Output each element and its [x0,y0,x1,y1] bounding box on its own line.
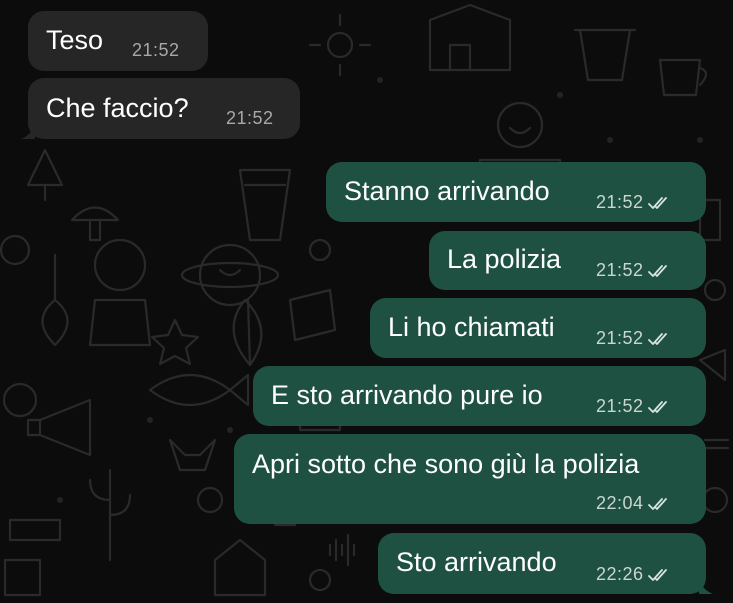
message-text: Li ho chiamati [388,312,555,342]
outgoing-message[interactable]: Stanno arrivando 21:52 [326,162,706,222]
message-text: Apri sotto che sono giù la polizia [252,449,640,479]
message-time: 22:04 [596,493,644,513]
double-check-icon [647,196,667,209]
incoming-message[interactable]: Teso 21:52 [28,11,208,71]
message-meta: 21:52 [596,396,672,417]
message-meta: 21:52 [596,192,672,213]
message-time: 21:52 [596,260,644,280]
message-time: 21:52 [596,328,644,348]
message-text: E sto arrivando pure io [271,380,543,410]
bubble-tail [21,125,35,139]
double-check-icon [647,568,667,581]
outgoing-message[interactable]: Sto arrivando 22:26 [378,533,713,594]
message-time: 21:52 [132,40,180,60]
outgoing-message[interactable]: E sto arrivando pure io 21:52 [253,366,706,426]
outgoing-message[interactable]: La polizia 21:52 [429,231,706,290]
message-text: Sto arrivando [396,547,557,577]
chat-view[interactable]: Teso 21:52 Che faccio? 21:52 Stanno arri… [0,0,733,603]
bubble-tail [699,580,713,594]
outgoing-message[interactable]: Li ho chiamati 21:52 [370,298,706,358]
message-meta: 21:52 [596,260,672,281]
message-time: 21:52 [596,396,644,416]
message-time: 21:52 [226,108,274,128]
message-meta: 22:26 [596,564,672,585]
double-check-icon [647,497,667,510]
message-time: 22:26 [596,564,644,584]
message-meta: 22:04 [596,493,672,514]
incoming-message[interactable]: Che faccio? 21:52 [21,78,300,139]
double-check-icon [647,264,667,277]
double-check-icon [647,332,667,345]
message-meta: 21:52 [132,40,180,61]
outgoing-message[interactable]: Apri sotto che sono giù la polizia 22:04 [234,434,706,524]
message-text: Teso [46,25,104,55]
message-meta: 21:52 [226,108,274,129]
message-meta: 21:52 [596,328,672,349]
message-text: La polizia [447,244,562,274]
double-check-icon [647,400,667,413]
message-time: 21:52 [596,192,644,212]
message-text: Che faccio? [46,93,189,123]
message-text: Stanno arrivando [344,176,550,206]
